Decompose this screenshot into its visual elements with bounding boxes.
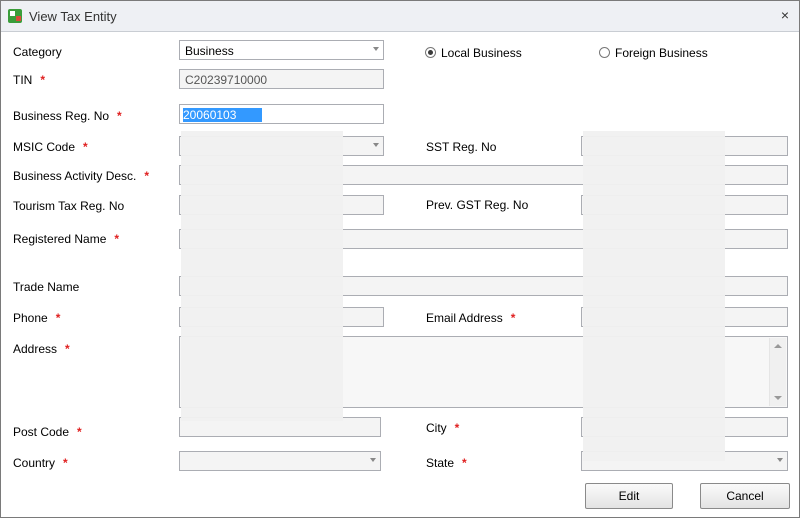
required-indicator: *: [55, 311, 61, 325]
address-scrollbar[interactable]: [769, 338, 786, 406]
sst-reg-no-label: SST Reg. No: [426, 140, 497, 154]
window-title: View Tax Entity: [29, 9, 117, 24]
category-label: Category: [13, 45, 62, 59]
selected-text-rest: [236, 108, 263, 122]
country-label: Country *: [13, 456, 68, 470]
phone-label: Phone *: [13, 311, 61, 325]
redaction-overlay: [181, 131, 343, 421]
title-bar: View Tax Entity ×: [1, 1, 799, 32]
required-indicator: *: [462, 456, 467, 470]
scroll-down-icon[interactable]: [774, 396, 782, 400]
state-label: State *: [426, 456, 467, 470]
redaction-overlay: [583, 131, 725, 461]
address-label: Address *: [13, 342, 70, 356]
email-address-label: Email Address *: [426, 311, 516, 325]
trade-name-label: Trade Name: [13, 280, 80, 294]
local-business-label[interactable]: Local Business: [441, 46, 522, 60]
tin-field[interactable]: C20239710000: [179, 69, 384, 89]
tourism-tax-reg-no-label: Tourism Tax Reg. No: [13, 199, 125, 213]
msic-code-label: MSIC Code *: [13, 140, 88, 154]
prev-gst-reg-no-label: Prev. GST Reg. No: [426, 198, 529, 212]
tin-label: TIN *: [13, 73, 46, 87]
required-indicator: *: [144, 169, 150, 183]
view-tax-entity-window: View Tax Entity × Category TIN * Business…: [0, 0, 800, 518]
city-label: City *: [426, 421, 460, 435]
chevron-down-icon: [373, 143, 379, 147]
required-indicator: *: [114, 232, 120, 246]
foreign-business-label[interactable]: Foreign Business: [615, 46, 708, 60]
local-business-radio[interactable]: [425, 47, 436, 58]
chevron-down-icon: [373, 47, 379, 51]
scroll-up-icon[interactable]: [774, 344, 782, 348]
business-reg-no-value: 20060103: [183, 108, 263, 122]
required-indicator: *: [65, 342, 70, 356]
required-indicator: *: [77, 425, 82, 439]
business-activity-desc-label: Business Activity Desc. *: [13, 169, 150, 183]
required-indicator: *: [63, 456, 68, 470]
selected-text: 20060103: [183, 108, 237, 122]
business-reg-no-label: Business Reg. No *: [13, 109, 122, 123]
cancel-button[interactable]: Cancel: [700, 483, 790, 509]
business-reg-no-field[interactable]: 20060103: [179, 104, 384, 124]
edit-button[interactable]: Edit: [585, 483, 673, 509]
required-indicator: *: [117, 109, 122, 123]
category-value: Business: [185, 44, 234, 58]
post-code-label: Post Code *: [13, 425, 82, 439]
foreign-business-radio[interactable]: [599, 47, 610, 58]
category-select[interactable]: Business: [179, 40, 384, 60]
required-indicator: *: [454, 421, 460, 435]
tin-value: C20239710000: [185, 73, 268, 87]
country-select[interactable]: [179, 451, 381, 471]
app-icon: [8, 9, 22, 23]
chevron-down-icon: [370, 458, 376, 462]
required-indicator: *: [510, 311, 516, 325]
registered-name-label: Registered Name *: [13, 232, 120, 246]
required-indicator: *: [83, 140, 88, 154]
required-indicator: *: [40, 73, 46, 87]
chevron-down-icon: [777, 458, 783, 462]
close-icon[interactable]: ×: [781, 7, 789, 23]
